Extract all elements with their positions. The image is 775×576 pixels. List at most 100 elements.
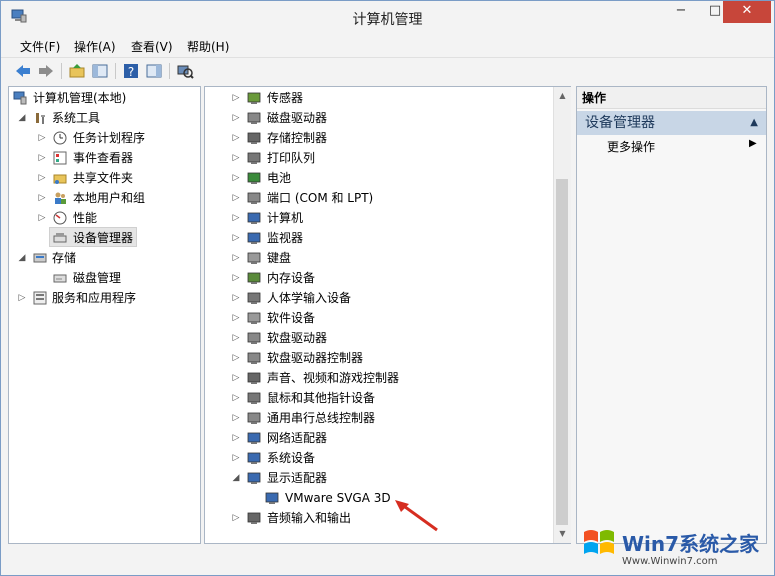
vmware-svga-label: VMware SVGA 3D [285,491,391,505]
actions-header: 操作 [577,87,766,109]
shared-folders-label: 共享文件夹 [73,171,134,185]
collapsed-arrow-icon[interactable]: ▷ [231,129,241,147]
vmware-svga-icon [265,492,279,504]
floppy-controller-icon [247,352,261,364]
scroll-down-arrow-icon[interactable]: ▼ [554,525,571,542]
memory-label: 内存设备 [267,271,316,285]
actions-selected-label: 设备管理器 [585,115,655,131]
clock-icon [53,131,67,145]
help-icon[interactable]: ? [122,62,140,80]
collapsed-arrow-icon[interactable]: ▷ [37,169,47,187]
computer-label: 计算机 [267,211,304,225]
show-hide-tree-icon[interactable] [91,62,109,80]
collapsed-arrow-icon[interactable]: ▷ [37,129,47,147]
collapsed-arrow-icon[interactable]: ▷ [231,89,241,107]
local-users-label: 本地用户和组 [73,191,146,205]
floppy-drive-label: 软盘驱动器 [267,331,328,345]
back-arrow-icon[interactable] [14,62,32,80]
collapsed-arrow-icon[interactable]: ▷ [231,289,241,307]
collapsed-arrow-icon[interactable]: ▷ [231,409,241,427]
menu-view[interactable]: 查看(V) [131,38,173,55]
floppy-controller-label: 软盘驱动器控制器 [267,351,364,365]
sound-label: 声音、视频和游戏控制器 [267,371,400,385]
collapsed-arrow-icon[interactable]: ▷ [231,329,241,347]
collapsed-arrow-icon[interactable]: ▷ [231,349,241,367]
submenu-arrow-icon[interactable]: ▶ [749,138,757,149]
collapsed-arrow-icon[interactable]: ▷ [231,169,241,187]
collapsed-arrow-icon[interactable]: ▷ [231,269,241,287]
forward-arrow-icon[interactable] [37,62,55,80]
battery-label: 电池 [267,171,292,185]
collapsed-arrow-icon[interactable]: ▷ [37,209,47,227]
computer-icon [247,212,261,224]
menu-action[interactable]: 操作(A) [74,38,116,55]
system-tools-icon [36,113,45,124]
scan-hardware-icon[interactable] [176,62,194,80]
collapsed-arrow-icon[interactable]: ▷ [231,429,241,447]
expanded-arrow-icon[interactable]: ◢ [17,109,27,127]
disk-management-label: 磁盘管理 [73,271,122,285]
keyboard-icon [247,252,261,264]
collapsed-arrow-icon[interactable]: ▷ [231,509,241,527]
collapsed-arrow-icon[interactable]: ▷ [231,229,241,247]
system-device-label: 系统设备 [267,451,316,465]
device-manager-icon [53,233,67,243]
sensor-label: 传感器 [267,91,304,105]
collapsed-arrow-icon[interactable]: ▷ [231,109,241,127]
network-adapter-label: 网络适配器 [267,431,328,445]
system-tools-label: 系统工具 [52,111,101,125]
up-folder-icon[interactable] [68,62,86,80]
collapse-up-icon[interactable]: ▲ [750,111,758,135]
keyboard-label: 键盘 [267,251,292,265]
collapsed-arrow-icon[interactable]: ▷ [231,209,241,227]
collapsed-arrow-icon[interactable]: ▷ [37,189,47,207]
print-queue-icon [247,152,261,164]
minimize-button[interactable]: − [664,1,698,23]
scroll-up-arrow-icon[interactable]: ▲ [554,87,571,104]
watermark-brand: Win7系统之家 [622,532,760,556]
battery-icon [247,172,261,184]
software-device-icon [247,312,261,324]
storage-label: 存储 [52,251,77,265]
expanded-arrow-icon[interactable]: ◢ [17,249,27,267]
hid-icon [247,292,261,304]
print-queue-label: 打印队列 [267,151,316,165]
memory-icon [247,272,261,284]
collapsed-arrow-icon[interactable]: ▷ [231,249,241,267]
usb-label: 通用串行总线控制器 [267,411,376,425]
display-adapter-icon [247,472,261,484]
scroll-thumb[interactable] [556,179,568,525]
tree-root-label: 计算机管理(本地) [33,91,127,105]
sound-icon [247,372,261,384]
mouse-label: 鼠标和其他指针设备 [267,391,376,405]
monitor-icon [247,232,261,244]
expanded-arrow-icon[interactable]: ◢ [231,469,241,487]
collapsed-arrow-icon[interactable]: ▷ [17,289,27,307]
collapsed-arrow-icon[interactable]: ▷ [37,149,47,167]
collapsed-arrow-icon[interactable]: ▷ [231,389,241,407]
watermark-url: Www.Winwin7.com [622,556,718,567]
collapsed-arrow-icon[interactable]: ▷ [231,309,241,327]
more-actions[interactable]: 更多操作 [607,138,655,155]
collapsed-arrow-icon[interactable]: ▷ [231,449,241,467]
services-label: 服务和应用程序 [52,291,137,305]
svg-text:?: ? [128,65,134,79]
collapsed-arrow-icon[interactable]: ▷ [231,189,241,207]
collapsed-arrow-icon[interactable]: ▷ [231,369,241,387]
performance-label: 性能 [73,211,98,225]
watermark-logo: Win7系统之家 Www.Winwin7.com [580,520,775,576]
show-action-pane-icon[interactable] [145,62,163,80]
menu-help[interactable]: 帮助(H) [187,38,229,55]
performance-icon [53,211,67,225]
menu-file[interactable]: 文件(F) [20,38,60,55]
port-label: 端口 (COM 和 LPT) [267,191,374,205]
toolbar: ? [1,57,774,84]
close-button[interactable]: ✕ [723,1,771,23]
display-adapter-label: 显示适配器 [267,471,328,485]
console-tree-pane: 计算机管理(本地) ◢ 系统工具 ▷ 任务计划程序 ▷ 事件查看器 ▷ 共享文件… [8,86,201,544]
actions-device-manager[interactable]: 设备管理器 ▲ [577,111,766,135]
event-viewer-icon [53,151,67,165]
disk-drive-label: 磁盘驱动器 [267,111,328,125]
collapsed-arrow-icon[interactable]: ▷ [231,149,241,167]
vertical-scrollbar[interactable]: ▲ ▼ [553,87,571,543]
